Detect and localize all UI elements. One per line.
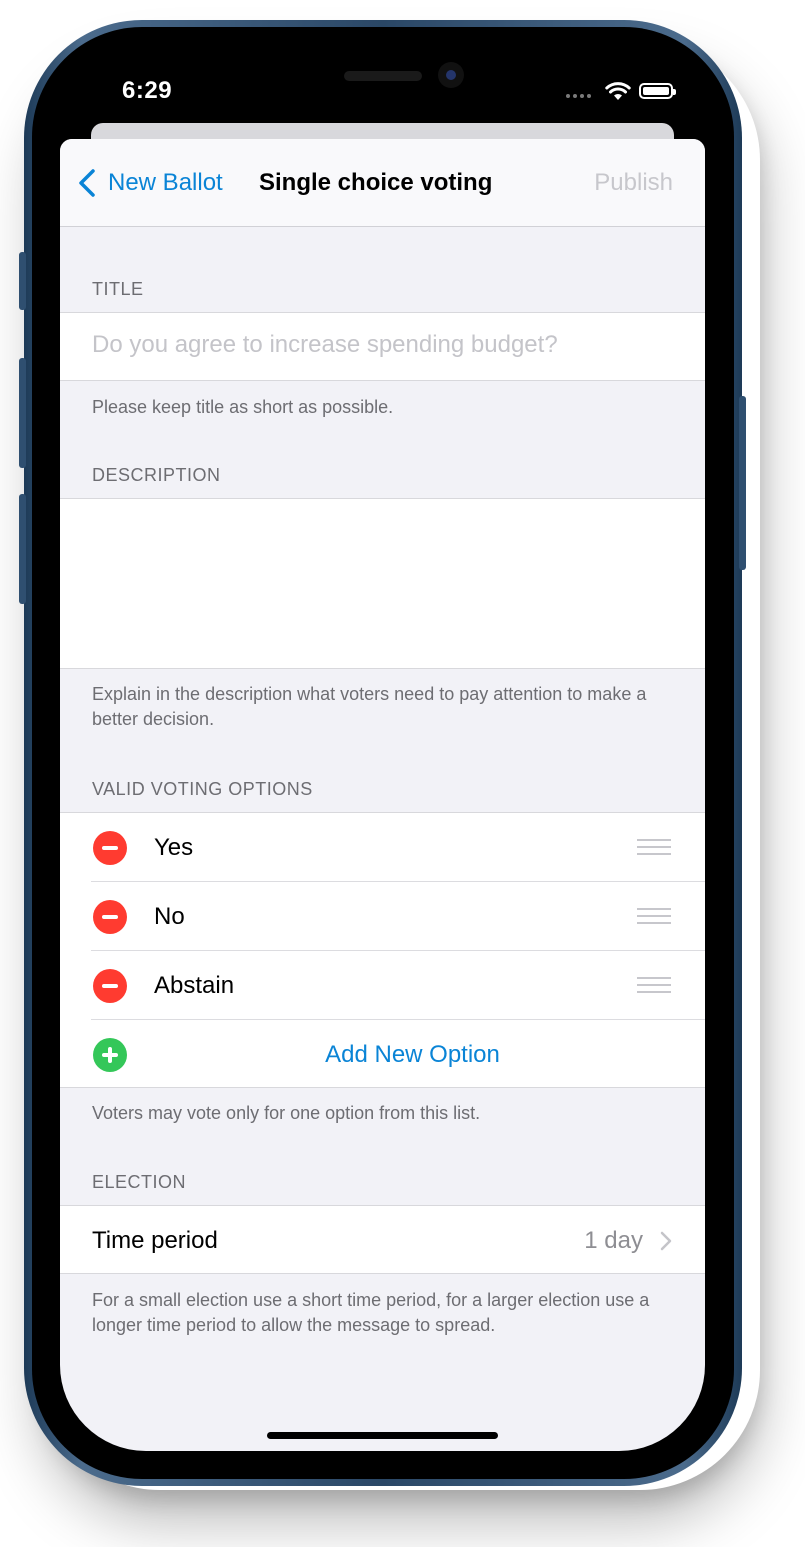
option-label: Abstain <box>154 972 235 999</box>
front-camera <box>438 62 464 88</box>
drag-handle-icon[interactable] <box>637 908 671 926</box>
title-group <box>60 312 705 381</box>
chevron-left-icon <box>79 169 95 197</box>
time-period-label: Time period <box>92 1227 218 1254</box>
election-group: Time period 1 day <box>60 1205 705 1274</box>
options-group: Yes No Abstain Add New Option <box>60 812 705 1088</box>
ballot-sheet: New Ballot Single choice voting Publish … <box>60 139 705 1451</box>
back-button-label: New Ballot <box>108 169 223 196</box>
page-title: Single choice voting <box>259 169 493 196</box>
volume-down-button <box>19 494 26 604</box>
earpiece-speaker <box>344 71 422 81</box>
title-input[interactable] <box>92 331 672 359</box>
election-section-footer: For a small election use a short time pe… <box>92 1290 650 1335</box>
time-period-value: 1 day <box>584 1227 643 1254</box>
options-section-footer: Voters may vote only for one option from… <box>92 1103 481 1123</box>
drag-handle-icon[interactable] <box>637 977 671 995</box>
power-button <box>739 396 746 570</box>
title-section-header: TITLE <box>92 279 144 299</box>
chevron-right-icon <box>660 1231 672 1251</box>
status-time: 6:29 <box>122 77 173 104</box>
option-label: No <box>154 903 185 930</box>
description-section-header: DESCRIPTION <box>92 465 221 485</box>
silent-switch <box>19 252 26 310</box>
options-section-header: VALID VOTING OPTIONS <box>92 779 313 799</box>
option-row[interactable]: No <box>60 882 705 951</box>
wifi-icon <box>605 82 631 100</box>
status-bar: 6:29 <box>60 55 705 125</box>
status-indicators <box>566 81 676 101</box>
option-label: Yes <box>154 834 194 861</box>
title-section-footer: Please keep title as short as possible. <box>92 397 394 417</box>
back-button[interactable]: New Ballot <box>76 167 223 199</box>
election-section-header: ELECTION <box>92 1172 187 1192</box>
add-option-button[interactable]: Add New Option <box>60 1041 705 1069</box>
home-indicator[interactable] <box>267 1432 498 1439</box>
time-period-row[interactable]: Time period 1 day <box>60 1206 705 1273</box>
publish-button[interactable]: Publish <box>594 169 673 197</box>
volume-up-button <box>19 358 26 468</box>
battery-icon <box>639 83 676 99</box>
drag-handle-icon[interactable] <box>637 839 671 857</box>
description-group <box>60 498 705 669</box>
minus-circle-icon[interactable] <box>93 831 127 865</box>
description-section-footer: Explain in the description what voters n… <box>92 684 647 729</box>
add-option-row[interactable]: Add New Option <box>60 1020 705 1089</box>
minus-circle-icon[interactable] <box>93 900 127 934</box>
description-textarea[interactable] <box>92 513 672 653</box>
minus-circle-icon[interactable] <box>93 969 127 1003</box>
signal-dots-icon <box>566 94 591 98</box>
option-row[interactable]: Yes <box>60 813 705 882</box>
device-screen: 6:29 New Ballot Single choice voting Pub… <box>60 55 705 1451</box>
option-row[interactable]: Abstain <box>60 951 705 1020</box>
navigation-bar: New Ballot Single choice voting Publish <box>60 139 705 227</box>
